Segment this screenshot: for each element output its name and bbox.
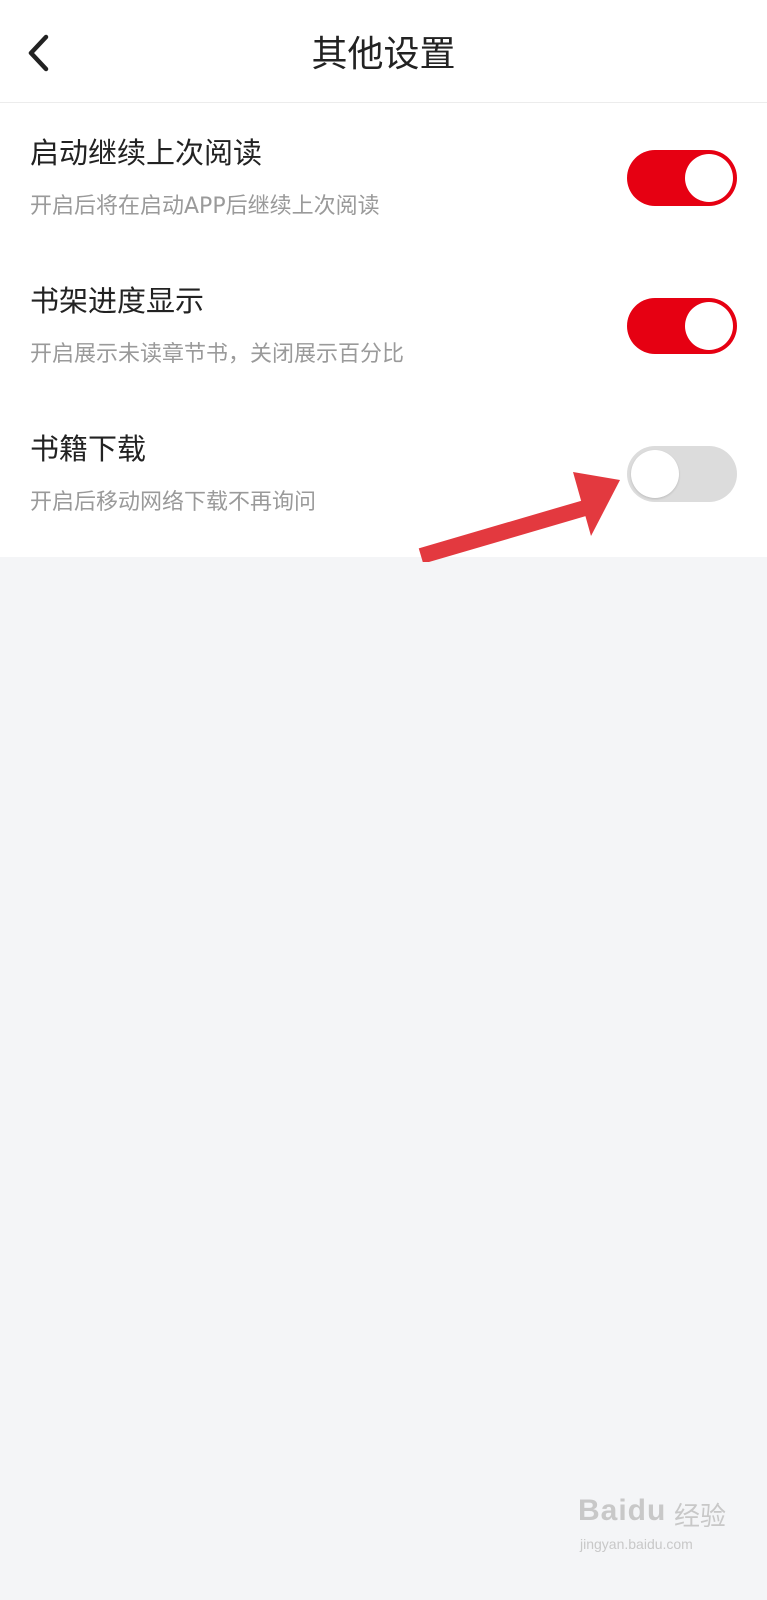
shelf-progress-toggle[interactable] [627, 298, 737, 354]
setting-description: 开启后移动网络下载不再询问 [30, 490, 317, 515]
toggle-knob [685, 302, 733, 350]
settings-page: 其他设置 启动继续上次阅读 开启后将在启动APP后继续上次阅读 书架进度显示 开… [0, 0, 767, 1600]
setting-resume-reading: 启动继续上次阅读 开启后将在启动APP后继续上次阅读 [0, 103, 767, 253]
watermark-brand: Baidu [578, 1494, 667, 1527]
setting-description: 开启后将在启动APP后继续上次阅读 [30, 194, 380, 219]
page-title: 其他设置 [311, 34, 456, 75]
setting-title: 启动继续上次阅读 [30, 136, 263, 170]
watermark-url: jingyan.baidu.com [580, 1536, 693, 1552]
setting-title: 书籍下载 [30, 432, 147, 466]
baidu-jingyan-watermark: Baidu 经验 jingyan.baidu.com [578, 1490, 728, 1565]
top-bar: 其他设置 [0, 0, 767, 103]
arrow-annotation-icon [418, 472, 620, 562]
settings-list: 启动继续上次阅读 开启后将在启动APP后继续上次阅读 书架进度显示 开启展示未读… [0, 103, 767, 557]
toggle-knob [685, 154, 733, 202]
setting-description: 开启展示未读章节书，关闭展示百分比 [30, 342, 405, 367]
setting-shelf-progress: 书架进度显示 开启展示未读章节书，关闭展示百分比 [0, 251, 767, 401]
setting-title: 书架进度显示 [30, 284, 205, 318]
setting-book-download: 书籍下载 开启后移动网络下载不再询问 [0, 399, 767, 549]
resume-reading-toggle[interactable] [627, 150, 737, 206]
watermark-brand-cjk: 经验 [674, 1502, 727, 1532]
